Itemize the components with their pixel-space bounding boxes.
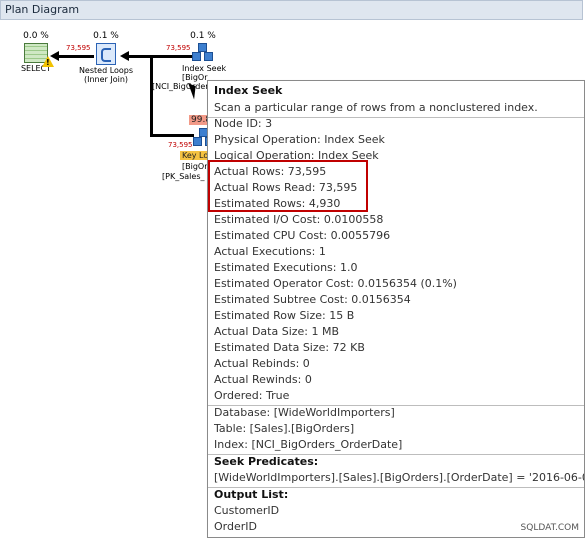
nested-loops-sublabel: (Inner Join) <box>83 75 129 84</box>
arrowhead-icon <box>50 51 59 61</box>
index-seek-icon <box>192 43 214 63</box>
output-list-item: OrderID <box>214 520 257 533</box>
object-row: Database: [WideWorldImporters] <box>214 406 395 419</box>
property-row: Actual Rebinds: 0 <box>214 357 310 370</box>
watermark: SQLDAT.COM <box>520 523 579 533</box>
object-row: Index: [NCI_BigOrders_OrderDate] <box>214 438 403 451</box>
output-list-heading: Output List: <box>214 488 289 501</box>
property-row: Estimated Operator Cost: 0.0156354 (0.1%… <box>214 277 457 290</box>
seek-predicates-value: [WideWorldImporters].[Sales].[BigOrders]… <box>214 471 585 484</box>
nested-loops-label: Nested Loops <box>78 66 134 75</box>
property-row: Node ID: 3 <box>214 117 273 130</box>
property-row: Estimated I/O Cost: 0.0100558 <box>214 213 384 226</box>
property-row: Actual Rewinds: 0 <box>214 373 312 386</box>
nested-loops-cost-percent: 0.1 % <box>93 31 119 41</box>
seek-predicates-heading: Seek Predicates: <box>214 455 319 468</box>
tooltip-description: Scan a particular range of rows from a n… <box>214 101 538 114</box>
output-list-item: CustomerID <box>214 504 280 517</box>
property-row: Estimated Subtree Cost: 0.0156354 <box>214 293 411 306</box>
select-icon <box>24 43 54 67</box>
key-lookup-label: Key Lo <box>180 151 211 160</box>
data-flow-arrow[interactable] <box>150 134 194 137</box>
arrow-rows-label: 73,595 <box>168 141 193 149</box>
object-row: Table: [Sales].[BigOrders] <box>214 422 355 435</box>
select-node[interactable]: 0.0 % SELECT <box>18 32 54 73</box>
operator-tooltip: Index Seek Scan a particular range of ro… <box>207 80 585 538</box>
key-lookup-table: [BigOr <box>182 162 208 171</box>
tooltip-title: Index Seek <box>214 84 283 97</box>
nested-loops-icon <box>96 43 116 65</box>
property-row: Actual Data Size: 1 MB <box>214 325 340 338</box>
highlight-box <box>208 160 368 212</box>
index-seek-cost-percent: 0.1 % <box>190 31 216 41</box>
data-flow-arrow[interactable] <box>150 55 153 137</box>
property-row: Estimated Data Size: 72 KB <box>214 341 365 354</box>
select-cost-percent: 0.0 % <box>23 31 49 41</box>
arrowhead-icon <box>120 51 129 61</box>
property-row: Estimated Executions: 1.0 <box>214 261 358 274</box>
index-seek-label: Index Seek <box>182 64 227 73</box>
property-row: Physical Operation: Index Seek <box>214 133 385 146</box>
property-row: Estimated Row Size: 15 B <box>214 309 355 322</box>
property-row: Estimated CPU Cost: 0.0055796 <box>214 229 391 242</box>
property-row: Actual Executions: 1 <box>214 245 326 258</box>
key-lookup-index: [PK_Sales_ <box>162 172 205 181</box>
property-row: Ordered: True <box>214 389 290 402</box>
panel-title: Plan Diagram <box>0 0 583 20</box>
